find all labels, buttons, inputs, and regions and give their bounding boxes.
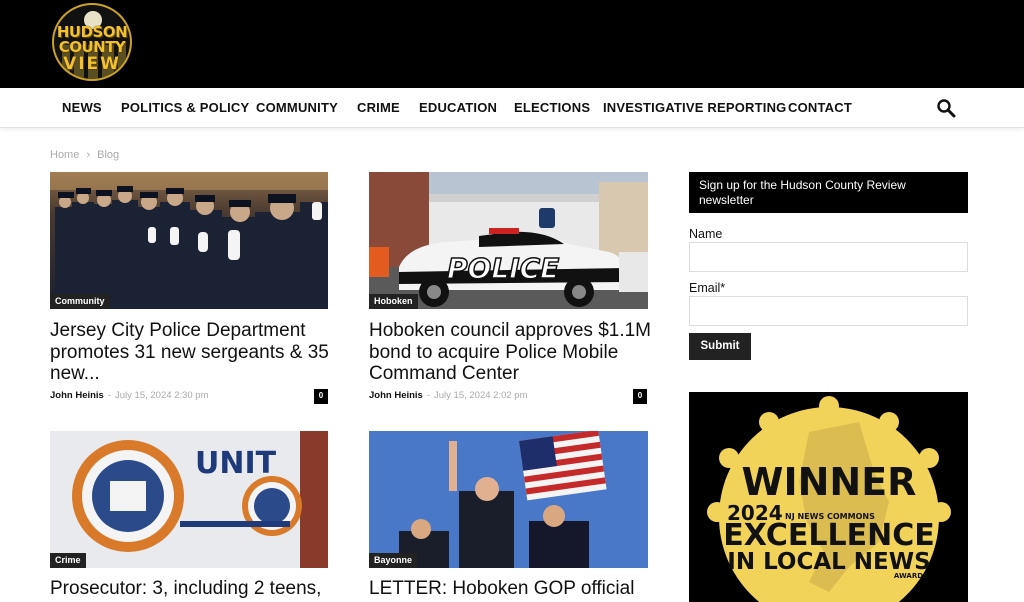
newsletter-title: Sign up for the Hudson County Review new… [689,172,968,213]
breadcrumb-current: Blog [97,149,120,161]
byline-separator: - [107,390,112,401]
comment-count[interactable]: 0 [314,389,328,404]
post-title[interactable]: Jersey City Police Department promotes 3… [50,320,330,385]
post-title[interactable]: Hoboken council approves $1.1M bond to a… [369,320,654,385]
post-date: July 15, 2024 2:02 pm [434,390,528,401]
category-badge[interactable]: Bayonne [369,553,418,568]
site-header: HUDSON COUNTY VIEW [0,0,1024,88]
award-banner[interactable]: WINNER 2024 NJ NEWS COMMONS EXCELLENCE I… [689,392,968,602]
email-label: Email* [689,281,726,295]
name-label: Name [689,227,723,241]
category-badge[interactable]: Hoboken [369,294,418,309]
breadcrumb: Home › Blog [50,149,123,161]
nav-item-news[interactable]: NEWS [62,100,102,115]
main-nav: NEWS POLITICS & POLICY COMMUNITY CRIME E… [0,88,1024,128]
breadcrumb-separator: › [86,149,91,161]
svg-text:POLICE: POLICE [447,252,559,285]
nav-item-politics-policy[interactable]: POLITICS & POLICY [121,100,249,115]
award-line-3: EXCELLENCE [723,518,934,553]
post-image-police-promotion[interactable] [50,172,328,309]
nav-item-community[interactable]: COMMUNITY [256,100,338,115]
logo-word-3: VIEW [63,54,121,74]
comment-count[interactable]: 0 [633,389,647,404]
byline-separator: - [426,390,431,401]
post-image-rally[interactable] [369,431,648,568]
post-author[interactable]: John Heinis [50,390,104,401]
post-title[interactable]: Prosecutor: 3, including 2 teens, [50,578,330,600]
category-badge[interactable]: Community [50,294,110,309]
nav-item-crime[interactable]: CRIME [357,100,400,115]
post-date: July 15, 2024 2:30 pm [115,390,209,401]
nav-item-investigative-reporting[interactable]: INVESTIGATIVE REPORTING [603,100,787,115]
site-logo[interactable]: HUDSON COUNTY VIEW [52,3,132,81]
breadcrumb-home[interactable]: Home [50,149,79,161]
award-line-5: AWARDS [894,572,928,580]
post-byline: John Heinis - July 15, 2024 2:30 pm [50,390,209,401]
nav-item-elections[interactable]: ELECTIONS [514,100,590,115]
email-field[interactable] [689,296,968,326]
submit-button[interactable]: Submit [689,333,751,360]
nav-item-education[interactable]: EDUCATION [419,100,497,115]
search-icon[interactable] [936,98,956,118]
post-author[interactable]: John Heinis [369,390,423,401]
post-image-police-car[interactable]: POLICE [369,172,648,309]
nav-item-contact[interactable]: CONTACT [788,100,852,115]
category-badge[interactable]: Crime [50,553,86,568]
svg-text:UNIT: UNIT [195,446,277,481]
logo-word-2: COUNTY [58,38,126,56]
name-field[interactable] [689,242,968,272]
post-image-prosecutor-van[interactable]: UNIT [50,431,328,568]
award-line-1: WINNER [742,460,917,504]
post-byline: John Heinis - July 15, 2024 2:02 pm [369,390,528,401]
post-title[interactable]: LETTER: Hoboken GOP official [369,578,654,600]
